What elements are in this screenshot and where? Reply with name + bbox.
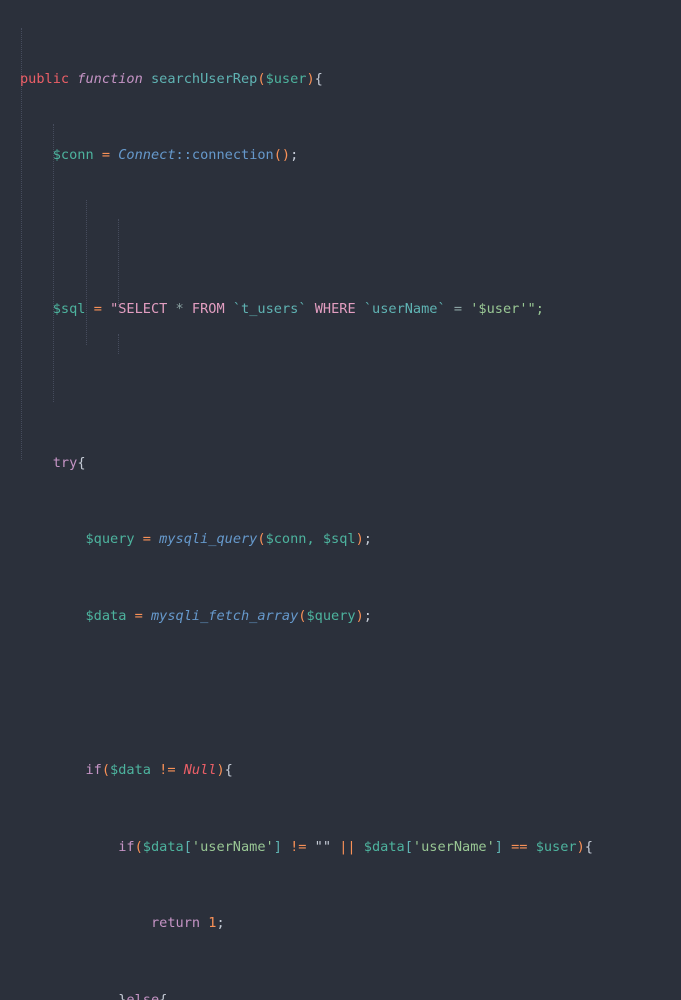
token-key-username: 'userName' xyxy=(412,838,495,855)
token-keyword-if: if xyxy=(118,838,135,855)
token-empty-string: "" xyxy=(314,838,332,855)
token-open-brace: { xyxy=(584,838,593,855)
code-line-8: $data = mysqli_fetch_array($query); xyxy=(20,607,681,626)
token-open-paren: ( xyxy=(134,838,143,855)
code-line-5-blank xyxy=(20,377,681,396)
code-line-10: if($data != Null){ xyxy=(20,761,681,780)
token-literal-null: Null xyxy=(183,761,217,778)
token-keyword-else: else xyxy=(126,992,159,1000)
token-assign: = xyxy=(101,147,111,164)
code-line-1: public function searchUserRep($user){ xyxy=(20,70,681,89)
token-var-conn: $conn xyxy=(52,147,94,164)
token-param-user: $user xyxy=(535,838,577,855)
token-var-data: $data xyxy=(363,838,405,855)
token-open-brace: { xyxy=(159,992,167,1000)
token-close-paren: ) xyxy=(576,838,585,855)
token-sql-select: SELECT xyxy=(118,301,168,317)
token-semicolon: ; xyxy=(290,147,299,164)
token-semicolon: ; xyxy=(363,531,372,548)
token-operator-not-equal: != xyxy=(290,838,307,855)
code-line-7: $query = mysqli_query($conn, $sql); xyxy=(20,530,681,549)
token-semicolon: ; xyxy=(216,915,225,932)
code-line-3-blank xyxy=(20,223,681,242)
token-close-brace: } xyxy=(118,992,126,1000)
token-open-paren: ( xyxy=(298,608,307,625)
token-close-bracket: ] xyxy=(494,838,503,855)
token-close-paren: ) xyxy=(306,70,315,87)
token-open-paren: ( xyxy=(101,761,111,778)
token-string-quote-close: "; xyxy=(527,301,544,317)
token-var-data: $data xyxy=(142,838,184,855)
code-line-11: if($data['userName'] != "" || $data['use… xyxy=(20,838,681,857)
code-editor[interactable]: public function searchUserRep($user){ $c… xyxy=(0,0,681,1000)
token-close-paren: ) xyxy=(355,531,364,548)
token-open-paren: ( xyxy=(257,70,266,87)
token-class-connect: Connect xyxy=(118,147,176,164)
token-method-connection: ::connection xyxy=(175,147,274,164)
token-arg-query: $query xyxy=(306,608,356,625)
token-operator-not-equal: != xyxy=(159,761,176,778)
token-var-data: $data xyxy=(85,608,127,625)
token-close-paren: ) xyxy=(216,761,225,778)
token-open-bracket: [ xyxy=(183,838,192,855)
token-sql-equals: = xyxy=(453,301,463,317)
token-param-user: $user xyxy=(265,70,307,87)
token-var-data: $data xyxy=(110,761,151,778)
token-semicolon: ; xyxy=(363,608,372,625)
code-line-9-blank xyxy=(20,684,681,703)
token-assign: = xyxy=(93,301,102,317)
token-function-name: searchUserRep xyxy=(150,70,258,87)
token-function-mysqli-query: mysqli_query xyxy=(159,531,258,548)
token-function-mysqli-fetch-array: mysqli_fetch_array xyxy=(150,608,299,625)
token-operator-equality: == xyxy=(511,838,528,855)
token-call-parens: () xyxy=(273,147,291,164)
token-open-brace: { xyxy=(314,70,323,87)
token-operator-or: || xyxy=(339,838,356,855)
token-assign: = xyxy=(142,531,151,548)
code-line-4: $sql = "SELECT * FROM `t_users` WHERE `u… xyxy=(20,300,681,319)
token-open-bracket: [ xyxy=(404,838,413,855)
token-key-username: 'userName' xyxy=(191,838,274,855)
token-sql-column: `userName` xyxy=(363,301,446,317)
token-sql-table: `t_users` xyxy=(232,301,307,317)
token-keyword-return: return xyxy=(150,915,201,932)
token-keyword-if: if xyxy=(85,761,102,778)
token-var-query: $query xyxy=(85,531,135,548)
token-open-brace: { xyxy=(77,454,86,471)
token-args-conn-sql: $conn, $sql xyxy=(265,531,356,548)
token-sql-value: '$user' xyxy=(470,301,528,317)
token-assign: = xyxy=(134,608,143,625)
token-close-bracket: ] xyxy=(273,838,282,855)
token-sql-star: * xyxy=(175,301,184,317)
token-modifier-public: public xyxy=(20,70,70,87)
code-line-12: return 1; xyxy=(20,914,681,933)
token-sql-from: FROM xyxy=(191,301,225,317)
code-line-13: }else{ xyxy=(20,991,681,1000)
token-keyword-try: try xyxy=(52,454,78,471)
token-number-one: 1 xyxy=(208,915,217,932)
token-keyword-function: function xyxy=(77,70,143,87)
token-var-sql: $sql xyxy=(52,301,86,317)
code-content[interactable]: public function searchUserRep($user){ $c… xyxy=(0,0,681,1000)
token-open-paren: ( xyxy=(257,531,266,548)
code-line-2: $conn = Connect::connection(); xyxy=(20,146,681,165)
code-line-6: try{ xyxy=(20,454,681,473)
token-open-brace: { xyxy=(224,761,233,778)
token-sql-where: WHERE xyxy=(314,301,356,317)
token-close-paren: ) xyxy=(355,608,364,625)
